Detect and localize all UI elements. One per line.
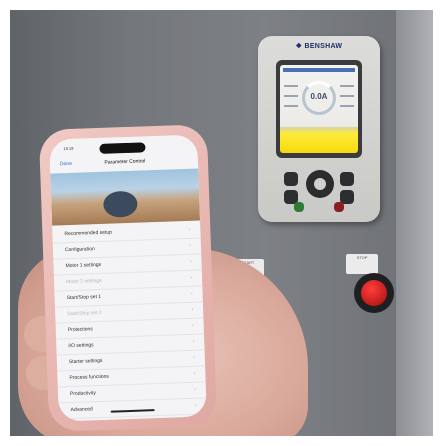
display-line	[340, 85, 354, 87]
menu-item-label: Start/Stop set 2	[67, 309, 102, 318]
photo: ❖ BENSHAW 0.0A START STOP 10:19 Done Par…	[0, 0, 443, 446]
run-key[interactable]	[294, 202, 304, 212]
keypad-key[interactable]	[284, 172, 298, 186]
display-line	[284, 95, 298, 97]
chevron-right-icon: ›	[190, 274, 193, 281]
chevron-right-icon: ›	[191, 322, 194, 329]
chevron-right-icon: ›	[195, 415, 197, 422]
chevron-right-icon: ›	[193, 370, 196, 377]
menu-item-label: Productivity	[69, 390, 96, 398]
stop-label-plate: STOP	[346, 254, 378, 274]
motor-image	[102, 190, 138, 218]
display-line	[340, 105, 354, 107]
menu-item-label: Process functions	[69, 373, 110, 382]
chevron-right-icon: ›	[193, 354, 195, 361]
navigation-dpad[interactable]	[306, 170, 334, 198]
panel-edge	[396, 0, 443, 446]
chevron-right-icon: ›	[191, 306, 194, 313]
menu-item-label: Motor 1 settings	[65, 261, 102, 270]
menu-item-label: Motor 2 settings	[66, 277, 102, 286]
chevron-right-icon: ›	[189, 258, 192, 265]
menu-item-label: Protections	[67, 326, 93, 334]
menu-item-label: Configuration	[64, 246, 95, 254]
nav-title: Parameter Control	[104, 158, 146, 166]
menu-item-label: Advanced	[70, 406, 93, 414]
chevron-right-icon: ›	[190, 290, 193, 297]
controller-screen-bezel: 0.0A	[276, 60, 362, 158]
keypad-key[interactable]	[340, 172, 354, 186]
chevron-right-icon: ›	[189, 242, 192, 249]
parameter-menu: Recommended setup › Configuration › Motor 1 …	[52, 222, 207, 422]
display-header-bar	[283, 68, 355, 72]
chevron-right-icon: ›	[194, 402, 197, 409]
done-button[interactable]: Done	[60, 161, 72, 167]
smartphone: 10:19 Done Parameter Control Recommended…	[38, 124, 218, 432]
chevron-right-icon: ›	[188, 226, 191, 233]
chevron-right-icon: ›	[192, 338, 195, 345]
menu-item-label: Start/Stop set 1	[66, 293, 102, 302]
display-line	[284, 105, 298, 107]
display-reading: 0.0A	[310, 92, 328, 101]
display-line	[284, 85, 298, 87]
phone-screen: 10:19 Done Parameter Control Recommended…	[49, 134, 207, 422]
display-line	[340, 95, 354, 97]
menu-item-label: I/O settings	[68, 342, 94, 350]
dynamic-island	[99, 142, 146, 154]
status-time: 10:19	[63, 145, 74, 152]
brand-logo: ❖ BENSHAW	[295, 43, 343, 50]
stop-pushbutton[interactable]	[354, 273, 394, 313]
controller-display: 0.0A	[280, 65, 358, 153]
stop-key[interactable]	[334, 202, 344, 212]
header-image	[50, 168, 201, 226]
soft-starter-controller: ❖ BENSHAW 0.0A	[258, 36, 380, 222]
dpad-center-button[interactable]	[314, 178, 326, 190]
stop-label: STOP	[356, 255, 368, 260]
menu-item-label: Recommended setup	[64, 229, 113, 238]
menu-item-label: Starter settings	[68, 357, 103, 366]
controller-keypad	[280, 168, 358, 214]
chevron-right-icon: ›	[194, 386, 197, 393]
stop-button-cap	[361, 280, 387, 306]
